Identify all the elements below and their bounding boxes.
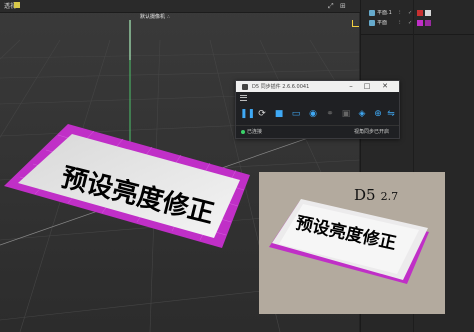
viewport-expand-icon[interactable]: ⤢	[328, 2, 334, 11]
hamburger-menu-icon[interactable]	[240, 95, 247, 101]
sync-icon[interactable]: ⟳	[257, 108, 267, 120]
minimize-icon[interactable]: –	[346, 82, 356, 90]
box-icon[interactable]: ◈	[357, 108, 367, 120]
connection-status-dot	[241, 130, 245, 134]
d5-window-title: D5 同步插件 2.6.6.0041	[252, 84, 310, 90]
camera-label[interactable]: 默认摄像机 ∴	[140, 13, 170, 20]
camera-icon[interactable]: ■	[274, 108, 284, 120]
view-sync-status-text: 视角同步已开启	[354, 129, 390, 135]
connection-status-text: 已连接	[247, 129, 263, 135]
d5-toolbar: ❚❚ ⟳ ■ ▭ ◉ ⚭ ▣ ◈ ⊕ ⇋	[240, 108, 395, 122]
d5-divider	[236, 125, 399, 126]
object-item-plane[interactable]: 平面	[369, 19, 387, 28]
material-tag-icon[interactable]	[417, 10, 423, 16]
viewport-menu-icon[interactable]: ⊞	[340, 2, 346, 10]
material-tag-icon[interactable]	[425, 10, 431, 16]
material-tag-icon[interactable]	[425, 20, 431, 26]
plane-object-icon	[369, 19, 375, 26]
view-icon	[14, 2, 20, 8]
settings-icon[interactable]: ⇋	[386, 108, 396, 120]
check-icon[interactable]: ✓	[408, 10, 412, 16]
maximize-icon[interactable]: □	[362, 82, 372, 90]
d5-render-preview: D5 2.7 预设亮度修正	[259, 172, 445, 314]
visibility-icon[interactable]: ⁝	[399, 10, 401, 16]
check-icon[interactable]: ✓	[408, 20, 412, 26]
object-item-plane-1[interactable]: 平面.1	[369, 9, 392, 18]
d5-logo-icon	[242, 84, 248, 90]
asset-icon[interactable]: ▣	[341, 108, 351, 120]
preview-render-image: 预设亮度修正	[269, 199, 429, 284]
pause-icon[interactable]: ❚❚	[240, 108, 255, 120]
close-icon[interactable]: ✕	[380, 82, 390, 90]
material-icon[interactable]: ▭	[291, 108, 301, 120]
link-icon[interactable]: ⚭	[325, 108, 335, 120]
plane-object-icon	[369, 9, 375, 16]
viewport-axis-icon	[352, 20, 359, 27]
visibility-icon[interactable]: ⁝	[399, 20, 401, 26]
material-tag-icon[interactable]	[417, 20, 423, 26]
panel-divider	[361, 34, 474, 35]
add-box-icon[interactable]: ⊕	[373, 108, 383, 120]
d5-sync-plugin-window: D5 同步插件 2.6.6.0041 – □ ✕ ❚❚ ⟳ ■ ▭ ◉ ⚭ ▣ …	[235, 80, 400, 139]
d5-titlebar[interactable]: D5 同步插件 2.6.6.0041 – □ ✕	[236, 81, 399, 92]
object-item-label: 平面.1	[377, 10, 392, 16]
light-icon[interactable]: ◉	[308, 108, 318, 120]
object-item-label: 平面	[377, 20, 388, 26]
